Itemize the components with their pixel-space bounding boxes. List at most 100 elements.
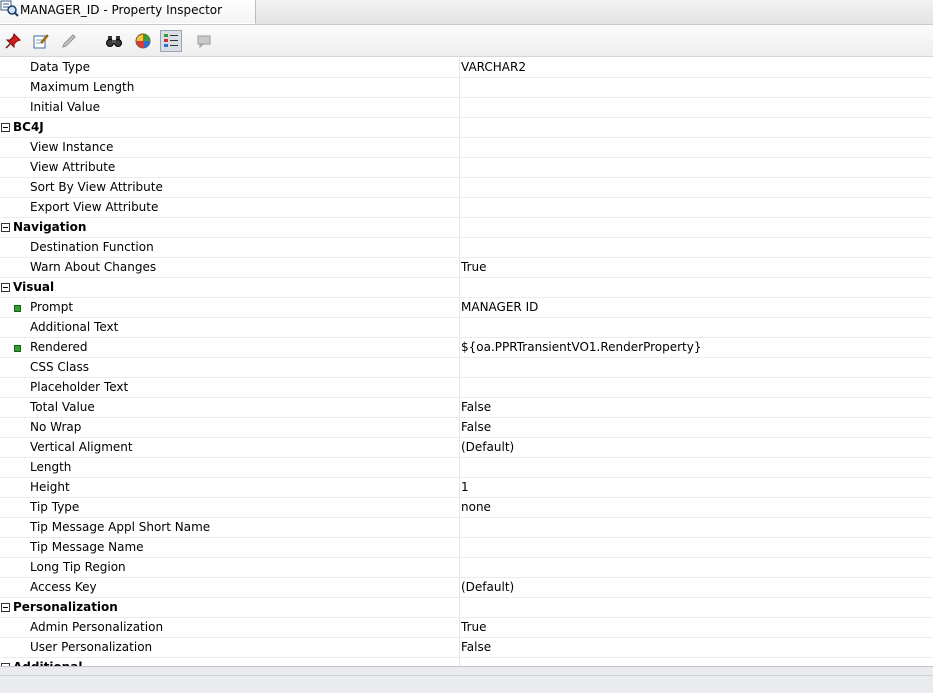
- property-name-cell[interactable]: No Wrap: [0, 418, 460, 437]
- category-row[interactable]: BC4J: [0, 118, 933, 138]
- property-value[interactable]: ${oa.PPRTransientVO1.RenderProperty}: [461, 340, 701, 354]
- property-row[interactable]: Destination Function: [0, 238, 933, 258]
- property-label: Prompt: [30, 300, 74, 314]
- property-name-cell[interactable]: Height: [0, 478, 460, 497]
- property-name-cell[interactable]: Rendered: [0, 338, 460, 357]
- property-value[interactable]: (Default): [461, 580, 514, 594]
- pin-icon[interactable]: [3, 31, 23, 51]
- property-inspector-icon: [0, 0, 20, 18]
- property-name-cell[interactable]: CSS Class: [0, 358, 460, 377]
- property-row[interactable]: Additional Text: [0, 318, 933, 338]
- edit-icon[interactable]: [31, 31, 51, 51]
- property-name-cell[interactable]: Vertical Aligment: [0, 438, 460, 457]
- property-name-cell[interactable]: Prompt: [0, 298, 460, 317]
- property-name-cell[interactable]: Tip Message Name: [0, 538, 460, 557]
- category-row[interactable]: Visual: [0, 278, 933, 298]
- property-row[interactable]: Initial Value: [0, 98, 933, 118]
- property-row[interactable]: Height 1: [0, 478, 933, 498]
- category-row[interactable]: Navigation: [0, 218, 933, 238]
- property-label: Sort By View Attribute: [30, 180, 163, 194]
- property-name-cell[interactable]: Data Type: [0, 58, 460, 77]
- property-name-cell[interactable]: Admin Personalization: [0, 618, 460, 637]
- property-row[interactable]: Placeholder Text: [0, 378, 933, 398]
- property-value[interactable]: none: [461, 500, 491, 514]
- property-label: Total Value: [30, 400, 95, 414]
- property-value[interactable]: False: [461, 420, 491, 434]
- property-name-cell[interactable]: Maximum Length: [0, 78, 460, 97]
- property-name-cell[interactable]: User Personalization: [0, 638, 460, 657]
- property-name-cell[interactable]: Access Key: [0, 578, 460, 597]
- collapse-icon[interactable]: [1, 223, 10, 232]
- property-label: Rendered: [30, 340, 88, 354]
- property-value[interactable]: VARCHAR2: [461, 60, 526, 74]
- property-row[interactable]: No Wrap False: [0, 418, 933, 438]
- property-row[interactable]: Total Value False: [0, 398, 933, 418]
- property-name-cell[interactable]: Initial Value: [0, 98, 460, 117]
- property-row[interactable]: View Instance: [0, 138, 933, 158]
- property-value[interactable]: MANAGER ID: [461, 300, 538, 314]
- property-value[interactable]: False: [461, 400, 491, 414]
- property-value[interactable]: (Default): [461, 440, 514, 454]
- property-name-cell[interactable]: Visual: [0, 278, 460, 297]
- property-label: View Instance: [30, 140, 114, 154]
- category-row[interactable]: Additional: [0, 658, 933, 666]
- property-name-cell[interactable]: Placeholder Text: [0, 378, 460, 397]
- property-row[interactable]: View Attribute: [0, 158, 933, 178]
- property-name-cell[interactable]: Additional Text: [0, 318, 460, 337]
- property-name-cell[interactable]: Length: [0, 458, 460, 477]
- category-row[interactable]: Personalization: [0, 598, 933, 618]
- property-name-cell[interactable]: Tip Message Appl Short Name: [0, 518, 460, 537]
- property-name-cell[interactable]: Long Tip Region: [0, 558, 460, 577]
- property-row[interactable]: Maximum Length: [0, 78, 933, 98]
- property-label: Tip Message Appl Short Name: [30, 520, 211, 534]
- collapse-icon[interactable]: [1, 603, 10, 612]
- tab-property-inspector[interactable]: MANAGER_ID - Property Inspector: [0, 0, 256, 24]
- property-name-cell[interactable]: Navigation: [0, 218, 460, 237]
- property-value[interactable]: False: [461, 640, 491, 654]
- pencil-icon[interactable]: [59, 31, 79, 51]
- property-value[interactable]: True: [461, 260, 487, 274]
- property-name-cell[interactable]: BC4J: [0, 118, 460, 137]
- status-bar: [0, 666, 933, 693]
- property-row[interactable]: Rendered ${oa.PPRTransientVO1.RenderPrope…: [0, 338, 933, 358]
- collapse-icon[interactable]: [1, 283, 10, 292]
- property-row[interactable]: Long Tip Region: [0, 558, 933, 578]
- property-name-cell[interactable]: Export View Attribute: [0, 198, 460, 217]
- categorized-view-icon[interactable]: [160, 30, 182, 52]
- collapse-icon[interactable]: [1, 123, 10, 132]
- property-row[interactable]: Sort By View Attribute: [0, 178, 933, 198]
- color-wheel-icon[interactable]: [133, 31, 153, 51]
- property-row[interactable]: Admin Personalization True: [0, 618, 933, 638]
- property-value[interactable]: True: [461, 620, 487, 634]
- property-name-cell[interactable]: View Attribute: [0, 158, 460, 177]
- property-name-cell[interactable]: Total Value: [0, 398, 460, 417]
- property-row[interactable]: Vertical Aligment (Default): [0, 438, 933, 458]
- property-row[interactable]: Length: [0, 458, 933, 478]
- property-label: Long Tip Region: [30, 560, 126, 574]
- property-row[interactable]: Export View Attribute: [0, 198, 933, 218]
- property-name-cell[interactable]: Sort By View Attribute: [0, 178, 460, 197]
- property-row[interactable]: Tip Type none: [0, 498, 933, 518]
- modified-marker-icon: [14, 305, 21, 312]
- property-name-cell[interactable]: Warn About Changes: [0, 258, 460, 277]
- property-row[interactable]: Data Type VARCHAR2: [0, 58, 933, 78]
- comment-icon[interactable]: [194, 31, 214, 51]
- property-value[interactable]: 1: [461, 480, 469, 494]
- property-row[interactable]: Tip Message Name: [0, 538, 933, 558]
- property-row[interactable]: Access Key (Default): [0, 578, 933, 598]
- property-name-cell[interactable]: Destination Function: [0, 238, 460, 257]
- property-row[interactable]: Tip Message Appl Short Name: [0, 518, 933, 538]
- category-label: Visual: [13, 280, 55, 294]
- property-label: Length: [30, 460, 72, 474]
- property-name-cell[interactable]: View Instance: [0, 138, 460, 157]
- category-label: Navigation: [13, 220, 87, 234]
- property-row[interactable]: Warn About Changes True: [0, 258, 933, 278]
- property-name-cell[interactable]: Personalization: [0, 598, 460, 617]
- property-row[interactable]: CSS Class: [0, 358, 933, 378]
- property-name-cell[interactable]: Additional: [0, 658, 460, 666]
- property-name-cell[interactable]: Tip Type: [0, 498, 460, 517]
- toolbar: [0, 25, 933, 57]
- property-row[interactable]: Prompt MANAGER ID: [0, 298, 933, 318]
- property-row[interactable]: User Personalization False: [0, 638, 933, 658]
- binoculars-icon[interactable]: [104, 31, 124, 51]
